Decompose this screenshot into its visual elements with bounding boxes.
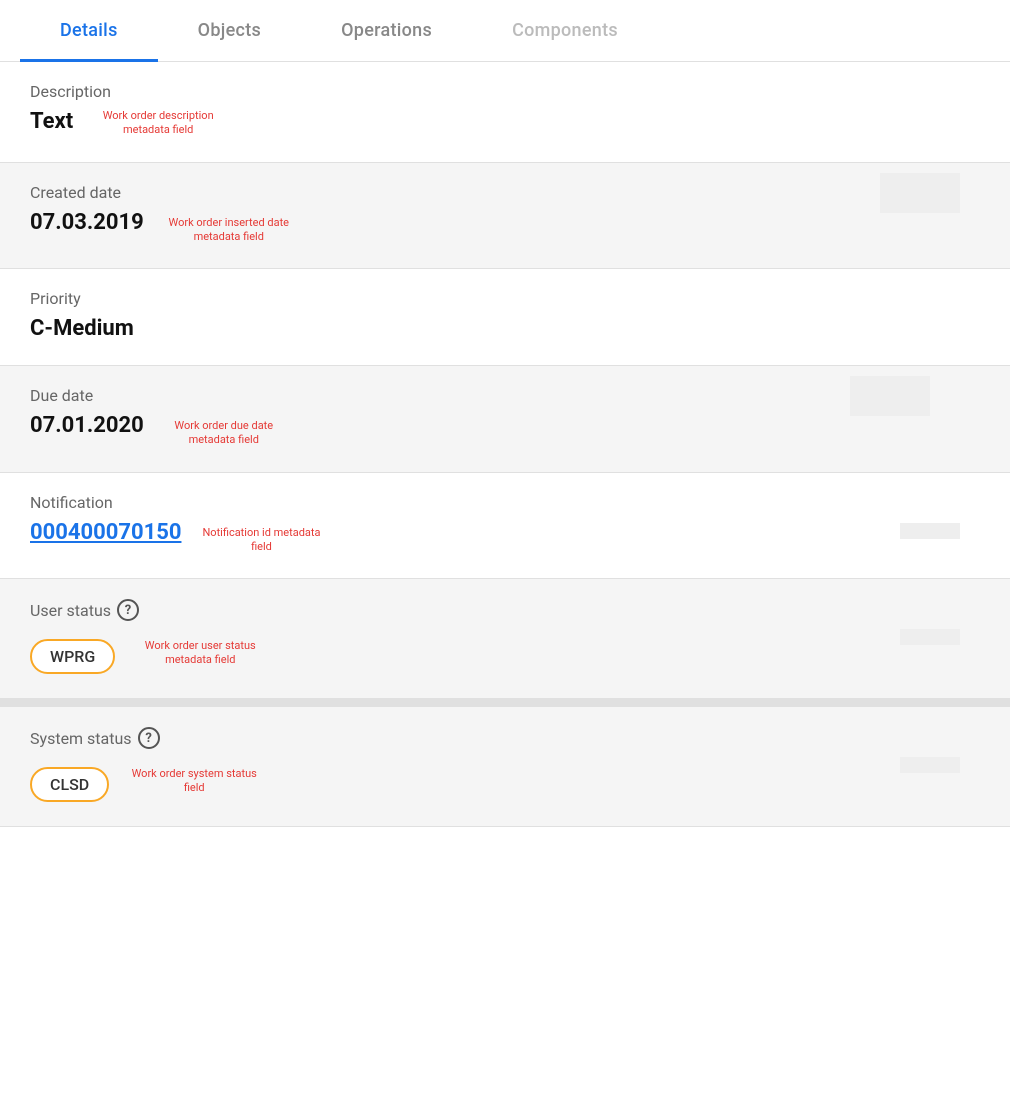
section-user-status: User status ? WPRG Work order user statu…	[0, 579, 1010, 699]
section-notification: Notification 000400070150 Notification i…	[0, 473, 1010, 580]
description-meta: Work order description metadata field	[93, 109, 223, 138]
tab-details[interactable]: Details	[20, 0, 158, 61]
user-status-label: User status	[30, 601, 111, 620]
user-status-help-icon[interactable]: ?	[117, 599, 139, 621]
section-due-date: Due date 07.01.2020 Work order due date …	[0, 366, 1010, 473]
due-date-label: Due date	[30, 386, 980, 405]
system-status-meta: Work order system status field	[129, 767, 259, 796]
user-status-highlight	[900, 629, 960, 645]
notification-meta: Notification id metadata field	[201, 526, 321, 555]
priority-value: C-Medium	[30, 316, 980, 341]
section-created-date: Created date 07.03.2019 Work order inser…	[0, 163, 1010, 270]
section-system-status: System status ? CLSD Work order system s…	[0, 699, 1010, 827]
section-description: Description Text Work order description …	[0, 62, 1010, 163]
due-date-value: 07.01.2020	[30, 413, 144, 438]
created-date-label: Created date	[30, 183, 980, 202]
tab-components[interactable]: Components	[472, 0, 658, 61]
tab-bar: Details Objects Operations Components	[0, 0, 1010, 62]
notification-value[interactable]: 000400070150	[30, 520, 181, 545]
created-date-value: 07.03.2019	[30, 210, 144, 235]
created-date-highlight	[880, 173, 960, 213]
notification-label: Notification	[30, 493, 980, 512]
created-date-meta: Work order inserted date metadata field	[164, 216, 294, 245]
description-label: Description	[30, 82, 980, 101]
system-status-badge: CLSD	[30, 767, 109, 802]
section-priority: Priority C-Medium	[0, 269, 1010, 366]
priority-label: Priority	[30, 289, 980, 308]
system-status-label: System status	[30, 729, 132, 748]
system-status-highlight	[900, 757, 960, 773]
user-status-meta: Work order user status metadata field	[135, 639, 265, 668]
due-date-highlight	[850, 376, 930, 416]
notification-highlight	[900, 523, 960, 539]
tab-operations[interactable]: Operations	[301, 0, 472, 61]
description-value: Text	[30, 109, 73, 134]
system-status-help-icon[interactable]: ?	[138, 727, 160, 749]
tab-objects[interactable]: Objects	[158, 0, 301, 61]
due-date-meta: Work order due date metadata field	[164, 419, 284, 448]
user-status-badge: WPRG	[30, 639, 115, 674]
